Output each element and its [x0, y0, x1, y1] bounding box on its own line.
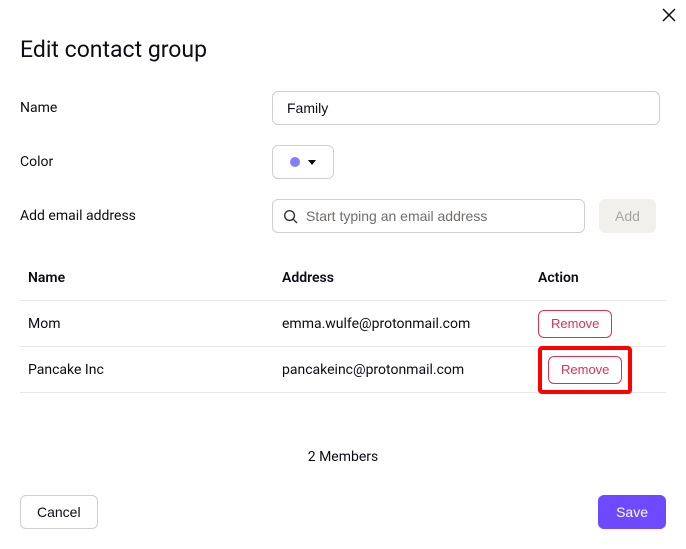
cancel-button[interactable]: Cancel [20, 495, 98, 529]
header-address: Address [282, 270, 538, 286]
name-field-row: Name [20, 91, 666, 125]
dialog-footer: Cancel Save [20, 495, 666, 529]
member-address: emma.wulfe@protonmail.com [282, 316, 538, 332]
members-count: 2 Members [20, 449, 666, 465]
member-name: Pancake Inc [28, 362, 282, 378]
highlight-box: Remove [538, 346, 632, 394]
email-search-wrap[interactable] [272, 199, 585, 233]
header-action: Action [538, 270, 666, 286]
add-button[interactable]: Add [599, 199, 656, 233]
header-name: Name [28, 270, 282, 286]
remove-button[interactable]: Remove [548, 356, 622, 384]
color-swatch-icon [290, 157, 300, 167]
remove-button[interactable]: Remove [538, 310, 612, 338]
color-field-row: Color [20, 145, 666, 179]
save-button[interactable]: Save [598, 495, 666, 529]
name-label: Name [20, 100, 272, 116]
group-name-input[interactable] [272, 91, 660, 125]
chevron-down-icon [308, 160, 316, 165]
member-address: pancakeinc@protonmail.com [282, 362, 538, 378]
add-email-label: Add email address [20, 208, 272, 224]
table-header: Name Address Action [20, 255, 666, 301]
email-search-input[interactable] [306, 208, 574, 224]
table-row: Mom emma.wulfe@protonmail.com Remove [20, 301, 666, 347]
color-picker-button[interactable] [272, 145, 334, 179]
table-row: Pancake Inc pancakeinc@protonmail.com Re… [20, 347, 666, 393]
dialog-title: Edit contact group [20, 36, 666, 63]
color-label: Color [20, 154, 272, 170]
close-icon[interactable] [662, 8, 678, 24]
search-icon [283, 209, 298, 224]
members-table: Name Address Action Mom emma.wulfe@proto… [20, 255, 666, 393]
add-email-row: Add email address Add [20, 199, 666, 233]
member-name: Mom [28, 316, 282, 332]
